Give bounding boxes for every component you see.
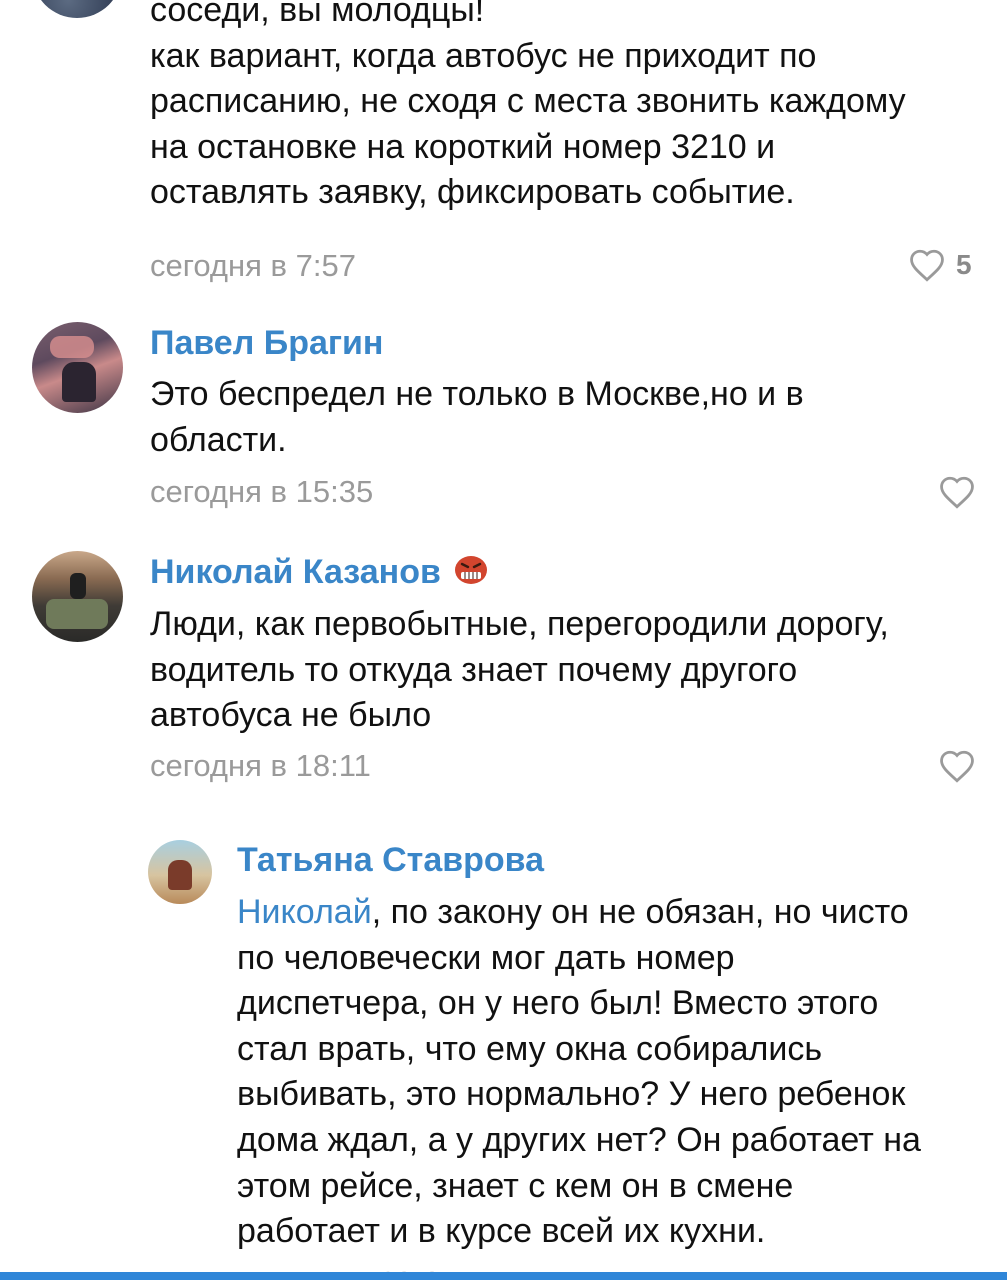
- heart-outline-icon: [910, 249, 944, 282]
- author-name[interactable]: Николай Казанов: [150, 553, 489, 595]
- comment-time: сегодня в 18:11: [150, 748, 371, 783]
- comment-time: сегодня в 7:57: [150, 248, 356, 283]
- heart-outline-icon: [940, 750, 974, 783]
- author-name[interactable]: Павел Брагин: [150, 324, 383, 363]
- author-name[interactable]: Татьяна Ставрова: [237, 841, 544, 880]
- comment-text: Это беспредел не только в Москве,но и в …: [150, 375, 804, 459]
- comment-text: Люди, как первобытные, перегородили доро…: [150, 605, 889, 735]
- comment-time: сегодня в 15:35: [150, 474, 374, 509]
- bottom-accent-bar: [0, 1272, 1007, 1280]
- angry-face-emoji: [453, 554, 489, 595]
- avatar[interactable]: [148, 840, 212, 904]
- comment-text: Николай, по закону он не обязан, но чист…: [237, 893, 921, 1251]
- author-label: Николай Казанов: [150, 553, 441, 591]
- mention-link[interactable]: Николай: [237, 893, 372, 931]
- like-button[interactable]: [938, 475, 976, 509]
- comment-text: соседи, вы молодцы! как вариант, когда а…: [150, 0, 906, 212]
- comment-time: сегодня в 21:21: [380, 1262, 500, 1272]
- like-count: 5: [956, 249, 972, 280]
- avatar[interactable]: [32, 0, 122, 18]
- like-button[interactable]: [938, 749, 976, 783]
- avatar[interactable]: [32, 322, 123, 413]
- avatar[interactable]: [32, 551, 123, 642]
- heart-outline-icon: [940, 476, 974, 509]
- like-button[interactable]: 5: [908, 248, 972, 282]
